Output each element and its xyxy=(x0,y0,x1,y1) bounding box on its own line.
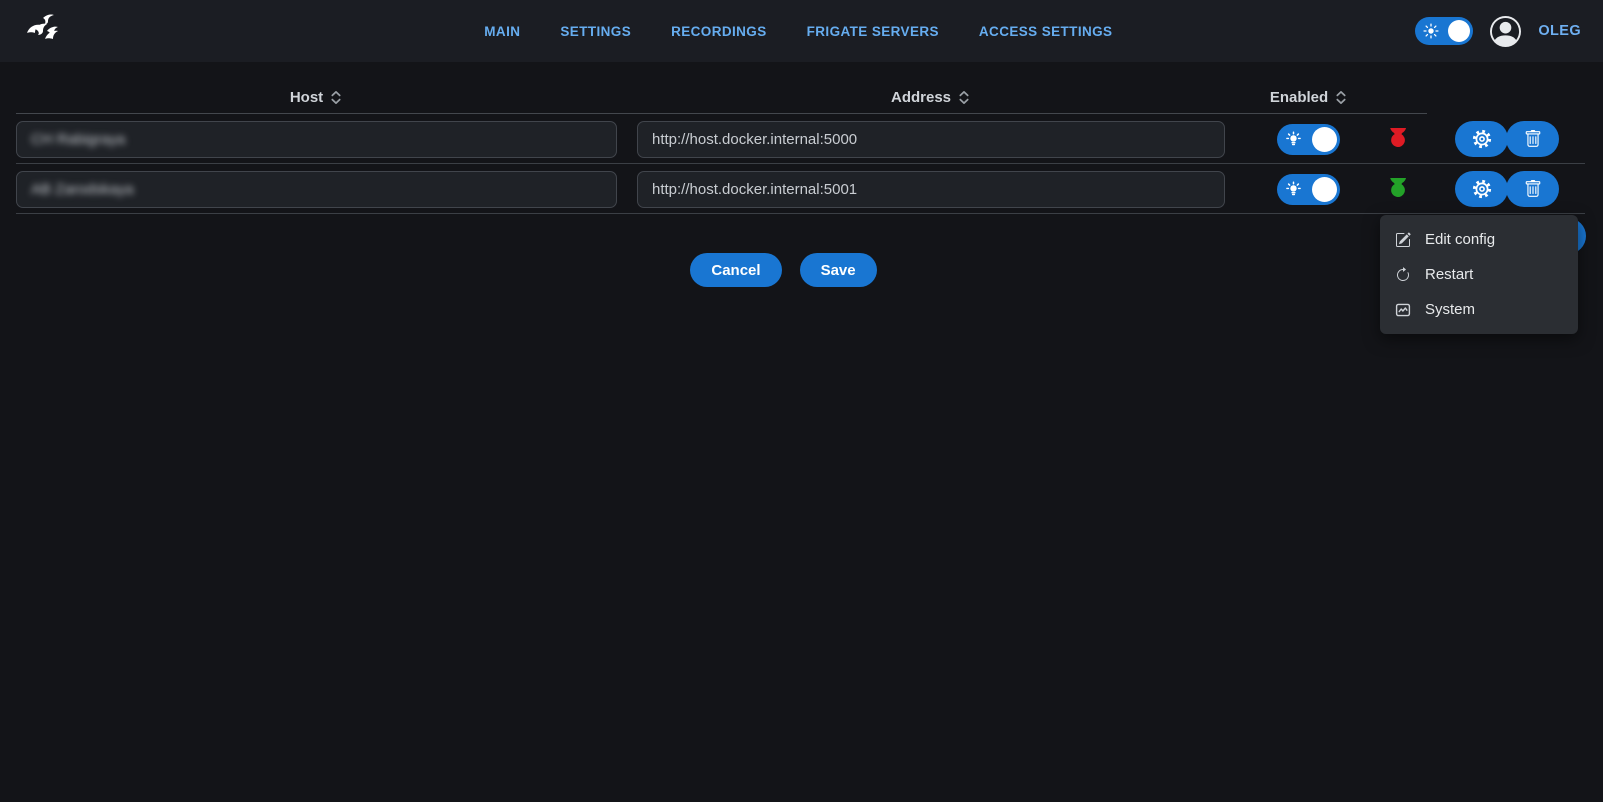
pencil-square-icon xyxy=(1395,232,1411,248)
column-header-enabled[interactable]: Enabled xyxy=(1277,89,1341,106)
host-input-row1[interactable]: CH Rabigraya xyxy=(16,121,617,158)
host-header-label: Host xyxy=(290,89,323,106)
theme-toggle-knob xyxy=(1448,20,1470,42)
menu-item-edit-config[interactable]: Edit config xyxy=(1380,222,1578,257)
gear-icon xyxy=(1472,129,1492,149)
save-button[interactable]: Save xyxy=(800,253,877,287)
settings-gear-button-row2[interactable] xyxy=(1455,171,1508,207)
address-header-label: Address xyxy=(891,89,951,106)
header-right-zone: Enabled xyxy=(1225,89,1587,106)
menu-item-label: Restart xyxy=(1425,266,1473,283)
menu-item-system[interactable]: System xyxy=(1380,292,1578,327)
form-actions: Cancel Save xyxy=(0,253,1569,287)
trash-icon xyxy=(1524,180,1542,198)
navbar-right-controls: OLEG xyxy=(1415,16,1581,47)
enabled-header-label: Enabled xyxy=(1270,89,1328,106)
server-row-1: CH Rabigraya xyxy=(16,114,1587,164)
menu-item-label: System xyxy=(1425,301,1475,318)
gear-icon xyxy=(1472,179,1492,199)
frigate-birds-logo[interactable] xyxy=(22,8,68,54)
frigate-servers-page: Host Address Enabled xyxy=(0,62,1603,287)
menu-item-label: Edit config xyxy=(1425,231,1495,248)
delete-trash-button-row2[interactable] xyxy=(1506,171,1559,207)
trash-icon xyxy=(1524,130,1542,148)
chevron-expand-icon xyxy=(329,90,343,105)
cancel-button[interactable]: Cancel xyxy=(690,253,781,287)
address-input-row1[interactable] xyxy=(637,121,1225,158)
enabled-toggle-row2[interactable] xyxy=(1277,174,1340,205)
lightbulb-icon xyxy=(1285,131,1302,148)
toggle-knob xyxy=(1312,177,1337,202)
restart-icon xyxy=(1395,267,1411,283)
system-graph-icon xyxy=(1395,302,1411,318)
power-status-offline-icon xyxy=(1386,128,1410,150)
nav-link-recordings[interactable]: RECORDINGS xyxy=(671,24,767,39)
column-header-address[interactable]: Address xyxy=(637,89,1225,106)
host-input-row2[interactable]: AB Zarodskaya xyxy=(16,171,617,208)
sun-icon xyxy=(1423,23,1439,39)
frigate-logo-icon xyxy=(23,9,67,53)
user-avatar-icon[interactable] xyxy=(1490,16,1521,47)
lightbulb-icon xyxy=(1285,181,1302,198)
nav-link-frigate-servers[interactable]: FRIGATE SERVERS xyxy=(807,24,939,39)
nav-link-settings[interactable]: SETTINGS xyxy=(560,24,631,39)
toggle-knob xyxy=(1312,127,1337,152)
delete-trash-button-row1[interactable] xyxy=(1506,121,1559,157)
menu-item-restart[interactable]: Restart xyxy=(1380,257,1578,292)
row2-action-buttons xyxy=(1455,171,1559,207)
row1-action-buttons xyxy=(1455,121,1559,157)
address-input-row2[interactable] xyxy=(637,171,1225,208)
settings-gear-button-row1[interactable] xyxy=(1455,121,1508,157)
servers-table-header: Host Address Enabled xyxy=(16,80,1587,114)
chevron-expand-icon xyxy=(1334,90,1348,105)
server-context-menu: Edit config Restart System xyxy=(1380,215,1578,334)
host-value-blurred: CH Rabigraya xyxy=(31,131,125,148)
host-value-blurred: AB Zarodskaya xyxy=(31,181,134,198)
theme-toggle[interactable] xyxy=(1415,17,1473,45)
server-row-2: AB Zarodskaya xyxy=(16,164,1587,214)
username-label[interactable]: OLEG xyxy=(1538,23,1581,39)
power-status-online-icon xyxy=(1386,178,1410,200)
main-navigation: MAIN SETTINGS RECORDINGS FRIGATE SERVERS… xyxy=(484,0,1112,62)
nav-link-main[interactable]: MAIN xyxy=(484,24,520,39)
nav-link-access-settings[interactable]: ACCESS SETTINGS xyxy=(979,24,1113,39)
top-navbar: MAIN SETTINGS RECORDINGS FRIGATE SERVERS… xyxy=(0,0,1603,62)
column-header-host[interactable]: Host xyxy=(16,89,617,106)
chevron-expand-icon xyxy=(957,90,971,105)
enabled-toggle-row1[interactable] xyxy=(1277,124,1340,155)
